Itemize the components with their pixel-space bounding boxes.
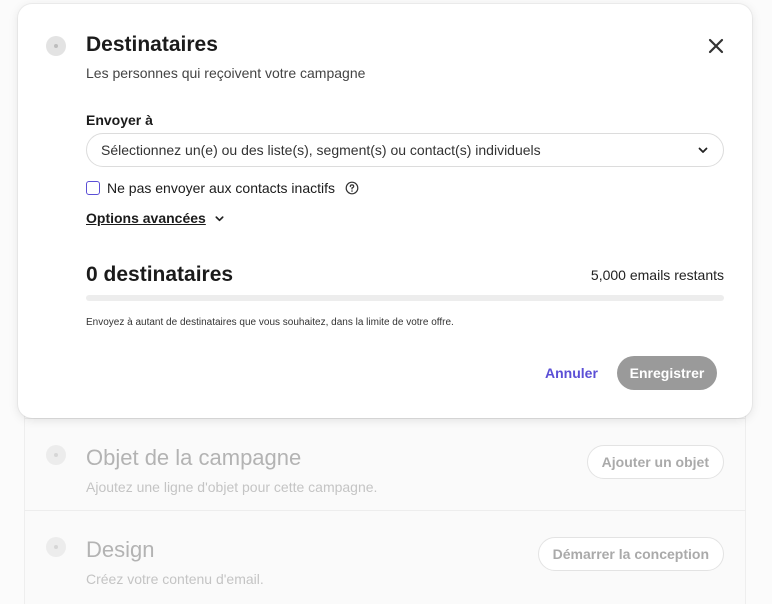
design-step-title: Design [86,537,155,562]
quota-hint: Envoyez à autant de destinataires que vo… [86,317,454,328]
question-circle-icon[interactable] [345,181,359,195]
emails-remaining: 5,000 emails restants [590,267,724,283]
subject-step: Objet de la campagne Ajoutez une ligne d… [24,418,746,514]
step-indicator-icon [46,445,66,465]
inactive-contacts-checkbox[interactable] [86,181,100,195]
start-design-button[interactable]: Démarrer la conception [537,537,724,571]
subject-step-subtitle: Ajoutez une ligne d'objet pour cette cam… [86,479,378,495]
send-to-label: Envoyer à [86,112,153,128]
modal-subtitle: Les personnes qui reçoivent votre campag… [86,65,366,81]
chevron-down-icon [698,147,708,153]
design-step-subtitle: Créez votre contenu d'email. [86,571,264,587]
add-subject-button[interactable]: Ajouter un objet [586,445,724,479]
cancel-button[interactable]: Annuler [539,357,604,389]
inactive-contacts-option: Ne pas envoyer aux contacts inactifs [86,179,359,197]
close-icon [708,38,724,54]
subject-step-title: Objet de la campagne [86,445,302,470]
step-indicator-icon [46,36,66,56]
modal-title: Destinataires [86,33,218,56]
advanced-options-toggle[interactable]: Options avancées [86,210,225,226]
recipients-select-placeholder: Sélectionnez un(e) ou des liste(s), segm… [101,142,541,158]
chevron-down-icon [215,215,224,221]
quota-progress-bar [86,295,724,301]
design-step: Design Créez votre contenu d'email. Déma… [24,510,746,604]
save-button[interactable]: Enregistrer [617,356,717,390]
close-button[interactable] [706,36,726,56]
recipient-count: 0 destinataires [86,263,234,286]
advanced-options-label: Options avancées [86,210,206,226]
step-indicator-icon [46,537,66,557]
inactive-contacts-label[interactable]: Ne pas envoyer aux contacts inactifs [107,180,335,196]
recipients-modal: Destinataires Les personnes qui reçoiven… [18,4,752,418]
recipients-select[interactable]: Sélectionnez un(e) ou des liste(s), segm… [86,133,724,167]
